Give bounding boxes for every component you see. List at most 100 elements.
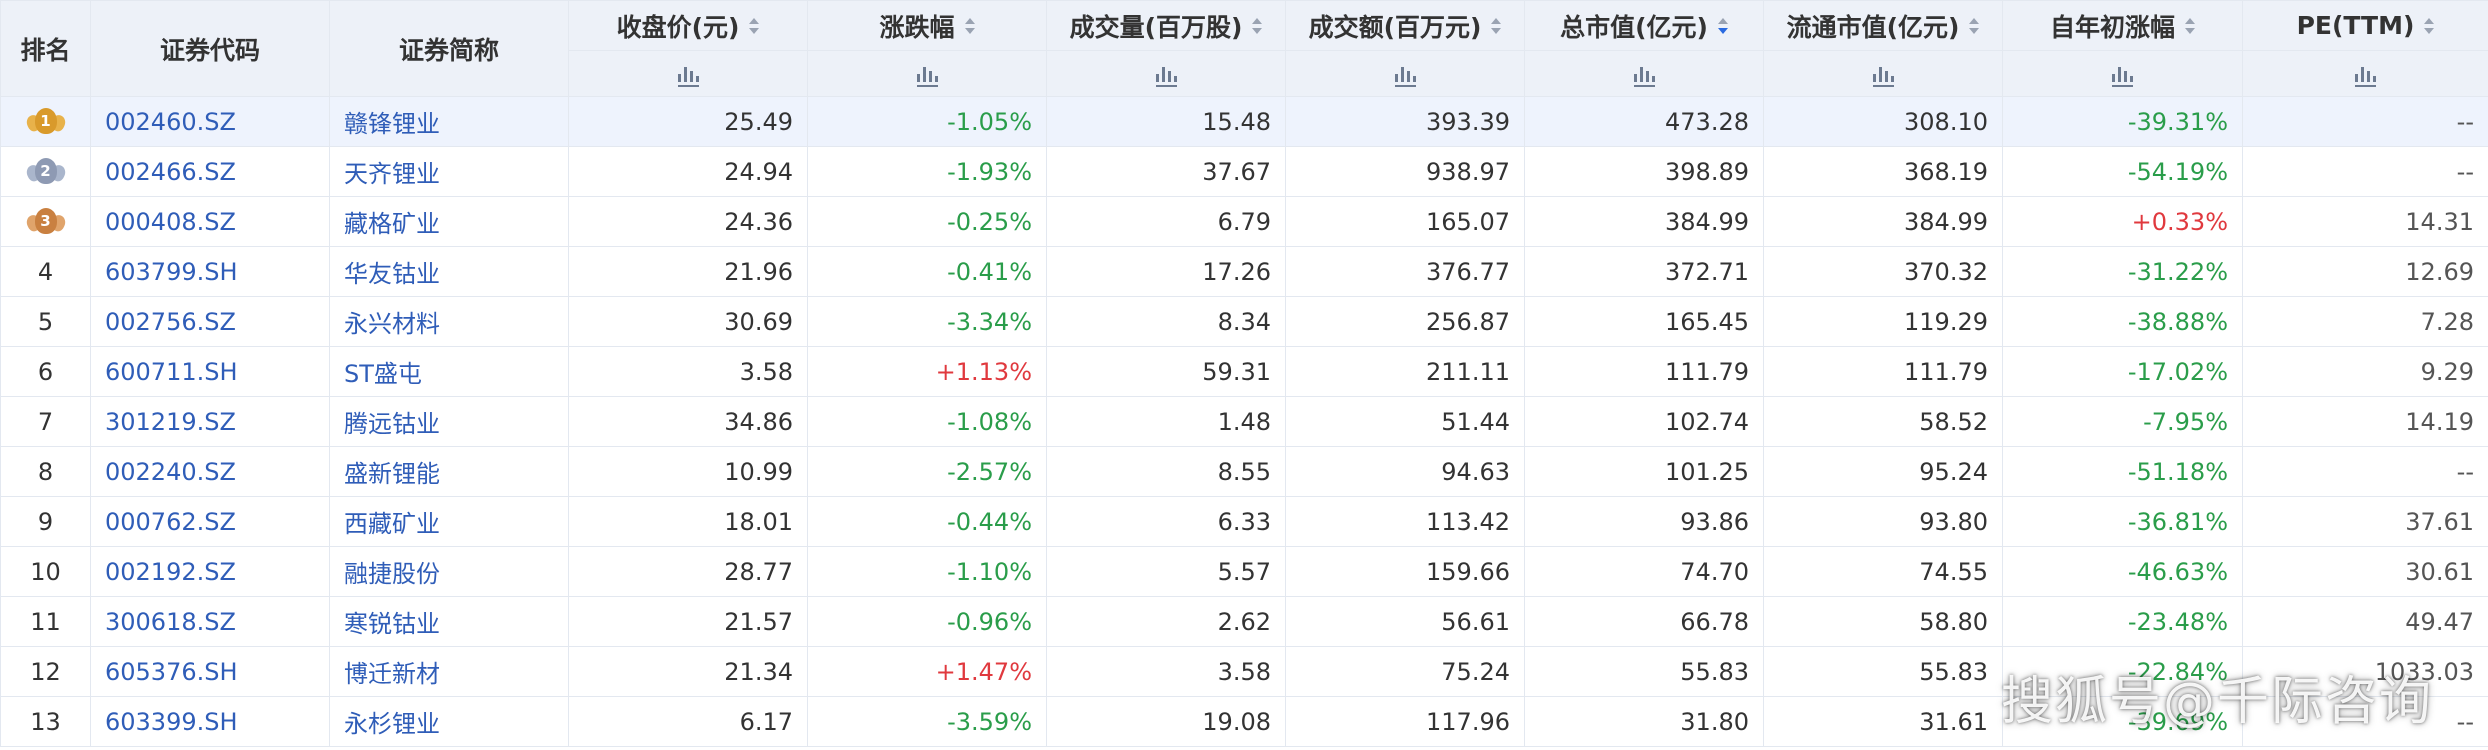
security-code-link[interactable]: 605376.SH [90, 646, 330, 697]
security-name-link[interactable]: ST盛屯 [329, 346, 569, 397]
table-row[interactable]: 3 000408.SZ 藏格矿业 24.36 -0.25% 6.79 165.07 384.9… [0, 196, 2488, 247]
amount-cell: 75.24 [1285, 646, 1525, 697]
amount-cell: 211.11 [1285, 346, 1525, 397]
volume-cell: 3.58 [1046, 646, 1286, 697]
security-code-link[interactable]: 002466.SZ [90, 146, 330, 197]
bar-chart-icon[interactable] [2112, 62, 2133, 87]
float-market-cap-cell: 370.32 [1763, 246, 2003, 297]
bar-chart-icon[interactable] [1394, 62, 1416, 87]
amount-cell: 376.77 [1285, 246, 1525, 297]
table-row[interactable]: 11 300618.SZ 寒锐钴业 21.57 -0.96% 2.62 56.61 66.78… [0, 596, 2488, 647]
security-name-link[interactable]: 寒锐钴业 [329, 596, 569, 647]
amount-cell: 94.63 [1285, 446, 1525, 497]
chart-toggle-cell [1524, 50, 1764, 97]
close-price-cell: 24.94 [568, 146, 808, 197]
column-header-6[interactable]: 成交额(百万元) [1285, 0, 1525, 51]
bar-chart-icon[interactable] [1155, 62, 1177, 87]
sort-icon[interactable] [2185, 17, 2195, 34]
close-price-cell: 34.86 [568, 396, 808, 447]
float-market-cap-cell: 55.83 [1763, 646, 2003, 697]
close-price-cell: 6.17 [568, 696, 808, 747]
ytd-change-cell: -51.18% [2002, 446, 2243, 497]
chart-toggle-cell [2242, 50, 2488, 97]
chart-toggle-cell [1285, 50, 1525, 97]
pe-ttm-cell: 30.61 [2242, 546, 2488, 597]
bar-chart-icon[interactable] [916, 62, 938, 87]
sort-icon[interactable] [749, 17, 760, 34]
pe-ttm-cell: -- [2242, 96, 2488, 147]
sort-icon[interactable] [1717, 17, 1728, 34]
column-header-label: 成交量(百万股) [1069, 12, 1243, 42]
float-market-cap-cell: 384.99 [1763, 196, 2003, 247]
ytd-change-cell: -38.88% [2002, 296, 2243, 347]
table-row[interactable]: 8 002240.SZ 盛新锂能 10.99 -2.57% 8.55 94.63 101.25… [0, 446, 2488, 497]
pe-ttm-cell: 14.19 [2242, 396, 2488, 447]
security-name-link[interactable]: 永兴材料 [329, 296, 569, 347]
bar-chart-icon[interactable] [2355, 62, 2376, 87]
column-header-9[interactable]: 自年初涨幅 [2002, 0, 2243, 51]
security-code-link[interactable]: 301219.SZ [90, 396, 330, 447]
security-code-link[interactable]: 300618.SZ [90, 596, 330, 647]
rank-cell: 9 [0, 496, 91, 547]
sort-icon[interactable] [1969, 17, 1980, 34]
security-name-link[interactable]: 盛新锂能 [329, 446, 569, 497]
gold-medal-icon: 1 [23, 105, 68, 139]
security-code-link[interactable]: 000762.SZ [90, 496, 330, 547]
sort-icon[interactable] [964, 17, 975, 34]
security-name-link[interactable]: 华友钴业 [329, 246, 569, 297]
security-name-link[interactable]: 永杉锂业 [329, 696, 569, 747]
market-cap-cell: 372.71 [1524, 246, 1764, 297]
table-row[interactable]: 7 301219.SZ 腾远钴业 34.86 -1.08% 1.48 51.44 102.74… [0, 396, 2488, 447]
pe-ttm-cell: 49.47 [2242, 596, 2488, 647]
security-name-link[interactable]: 博迁新材 [329, 646, 569, 697]
column-header-10[interactable]: PE(TTM) [2242, 0, 2488, 51]
volume-cell: 37.67 [1046, 146, 1286, 197]
volume-cell: 6.79 [1046, 196, 1286, 247]
rank-cell: 11 [0, 596, 91, 647]
sort-icon[interactable] [1491, 17, 1502, 34]
close-price-cell: 21.57 [568, 596, 808, 647]
table-row[interactable]: 10 002192.SZ 融捷股份 28.77 -1.10% 5.57 159.66 74.7… [0, 546, 2488, 597]
column-header-5[interactable]: 成交量(百万股) [1046, 0, 1286, 51]
pe-ttm-cell: 37.61 [2242, 496, 2488, 547]
security-name-link[interactable]: 融捷股份 [329, 546, 569, 597]
table-row[interactable]: 5 002756.SZ 永兴材料 30.69 -3.34% 8.34 256.87 165.4… [0, 296, 2488, 347]
security-code-link[interactable]: 002192.SZ [90, 546, 330, 597]
sort-icon[interactable] [1252, 17, 1263, 34]
security-code-link[interactable]: 002240.SZ [90, 446, 330, 497]
table-row[interactable]: 9 000762.SZ 西藏矿业 18.01 -0.44% 6.33 113.42 93.86… [0, 496, 2488, 547]
sort-icon[interactable] [2424, 17, 2435, 34]
security-code-link[interactable]: 002460.SZ [90, 96, 330, 147]
table-row[interactable]: 2 002466.SZ 天齐锂业 24.94 -1.93% 37.67 938.97 398.… [0, 146, 2488, 197]
table-row[interactable]: 1 002460.SZ 赣锋锂业 25.49 -1.05% 15.48 393.39 473.… [0, 96, 2488, 147]
security-name-link[interactable]: 天齐锂业 [329, 146, 569, 197]
column-header-3[interactable]: 收盘价(元) [568, 0, 808, 51]
change-pct-cell: -1.08% [807, 396, 1047, 447]
change-pct-cell: -0.25% [807, 196, 1047, 247]
security-name-link[interactable]: 藏格矿业 [329, 196, 569, 247]
security-name-link[interactable]: 赣锋锂业 [329, 96, 569, 147]
security-name-link[interactable]: 腾远钴业 [329, 396, 569, 447]
column-header-8[interactable]: 流通市值(亿元) [1763, 0, 2003, 51]
volume-cell: 17.26 [1046, 246, 1286, 297]
rank-cell: 7 [0, 396, 91, 447]
ytd-change-cell: -17.02% [2002, 346, 2243, 397]
security-code-link[interactable]: 600711.SH [90, 346, 330, 397]
close-price-cell: 24.36 [568, 196, 808, 247]
bar-chart-icon[interactable] [677, 62, 699, 87]
security-code-link[interactable]: 000408.SZ [90, 196, 330, 247]
change-pct-cell: -0.44% [807, 496, 1047, 547]
column-header-7[interactable]: 总市值(亿元) [1524, 0, 1764, 51]
bar-chart-icon[interactable] [1872, 62, 1894, 87]
table-row[interactable]: 4 603799.SH 华友钴业 21.96 -0.41% 17.26 376.77 372.… [0, 246, 2488, 297]
security-name-link[interactable]: 西藏矿业 [329, 496, 569, 547]
security-code-link[interactable]: 603799.SH [90, 246, 330, 297]
bar-chart-icon[interactable] [1633, 62, 1655, 87]
security-code-link[interactable]: 002756.SZ [90, 296, 330, 347]
security-code-link[interactable]: 603399.SH [90, 696, 330, 747]
table-row[interactable]: 6 600711.SH ST盛屯 3.58 +1.13% 59.31 211.11 111.7… [0, 346, 2488, 397]
market-cap-cell: 398.89 [1524, 146, 1764, 197]
column-header-4[interactable]: 涨跌幅 [807, 0, 1047, 51]
column-header-label: 收盘价(元) [616, 12, 740, 42]
close-price-cell: 30.69 [568, 296, 808, 347]
